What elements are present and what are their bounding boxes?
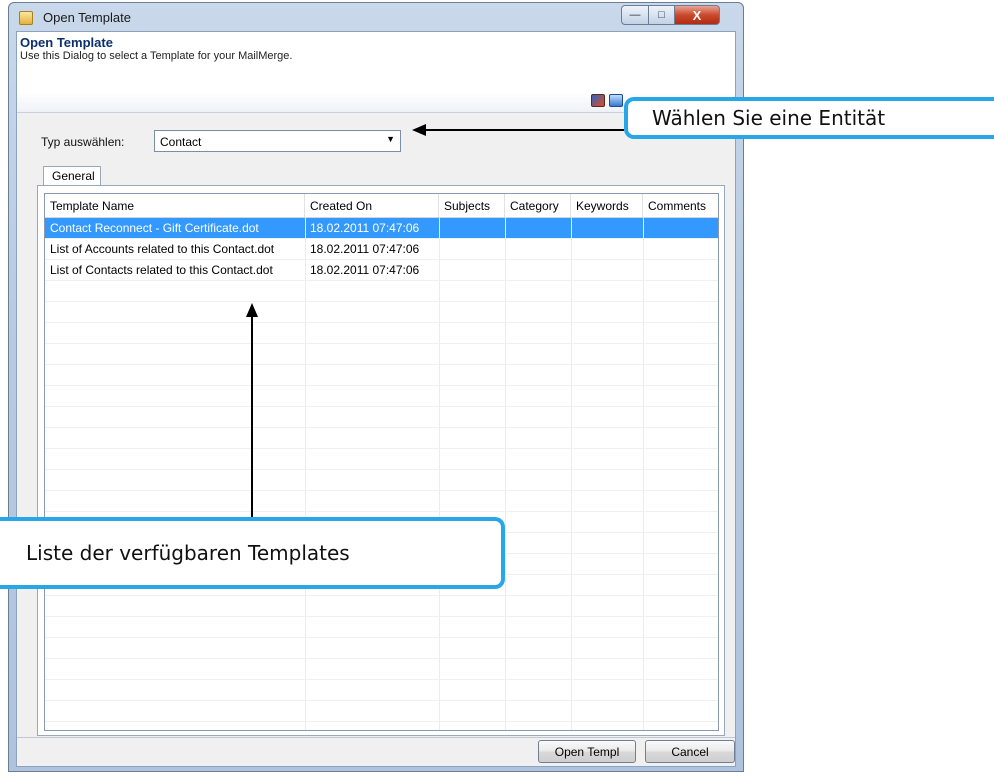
grid-row-line [45,679,718,680]
grid-row-line [45,406,718,407]
grid-row-line [45,469,718,470]
cancel-button[interactable]: Cancel [645,740,735,763]
column-header-keywords[interactable]: Keywords [571,194,643,217]
tab-general[interactable]: General [43,166,101,186]
template-list-body: Contact Reconnect - Gift Certificate.dot… [45,218,718,730]
entity-callout: Wählen Sie eine Entität [624,97,994,139]
cell-template-name: Contact Reconnect - Gift Certificate.dot [50,221,259,235]
maximize-button[interactable]: □ [648,5,675,25]
grid-row-line [45,595,718,596]
grid-row-line [45,301,718,302]
dialog-client-area: Open Template Use this Dialog to select … [16,31,736,767]
grid-row-line [45,322,718,323]
grid-row-line [45,238,718,239]
cell-template-name: List of Accounts related to this Contact… [50,242,275,256]
close-button[interactable]: X [674,5,720,25]
grid-row-line [45,658,718,659]
template-list-header: Template Name Created On Subjects Catego… [45,194,718,218]
cell-created-on: 18.02.2011 07:47:06 [310,263,420,277]
grid-column-line [305,218,306,730]
grid-row-line [45,721,718,722]
grid-row-line [45,490,718,491]
table-row[interactable]: Contact Reconnect - Gift Certificate.dot… [45,218,718,238]
template-list[interactable]: Template Name Created On Subjects Catego… [44,193,719,731]
list-callout: Liste der verfügbaren Templates [0,517,505,589]
window-title: Open Template [43,10,131,25]
minimize-button[interactable]: — [621,5,649,25]
open-template-button[interactable]: Open Templ [538,740,636,763]
cell-created-on: 18.02.2011 07:47:06 [310,221,420,235]
type-select-value: Contact [160,135,202,149]
grid-column-line [643,218,644,730]
open-file-icon[interactable] [591,94,605,107]
title-bar[interactable]: Open Template — □ X [9,3,743,33]
grid-row-line [45,700,718,701]
column-header-created-on[interactable]: Created On [305,194,439,217]
column-header-category[interactable]: Category [505,194,571,217]
grid-row-line [45,259,718,260]
table-row[interactable]: List of Contacts related to this Contact… [45,260,718,280]
grid-row-line [45,385,718,386]
header-description: Use this Dialog to select a Template for… [20,50,293,62]
grid-row-line [45,448,718,449]
chevron-down-icon[interactable]: ▼ [386,134,395,144]
folder-icon[interactable] [609,94,623,107]
grid-row-line [45,427,718,428]
grid-row-line [45,616,718,617]
column-header-template-name[interactable]: Template Name [45,194,305,217]
cell-template-name: List of Contacts related to this Contact… [50,263,273,277]
grid-row-line [45,637,718,638]
grid-row-line [45,280,718,281]
grid-column-line [439,218,440,730]
grid-row-line [45,364,718,365]
type-select[interactable]: Contact ▼ [154,130,401,152]
grid-column-line [505,218,506,730]
grid-row-line [45,343,718,344]
table-row[interactable]: List of Accounts related to this Contact… [45,239,718,259]
grid-row-line [45,511,718,512]
column-header-comments[interactable]: Comments [643,194,718,217]
cell-created-on: 18.02.2011 07:47:06 [310,242,420,256]
app-icon [19,11,33,25]
header-title: Open Template [20,35,113,50]
grid-column-line [571,218,572,730]
tab-panel-general: Template Name Created On Subjects Catego… [37,185,725,736]
footer-divider [17,737,735,738]
type-select-label: Typ auswählen: [41,135,125,149]
column-header-subjects[interactable]: Subjects [439,194,505,217]
